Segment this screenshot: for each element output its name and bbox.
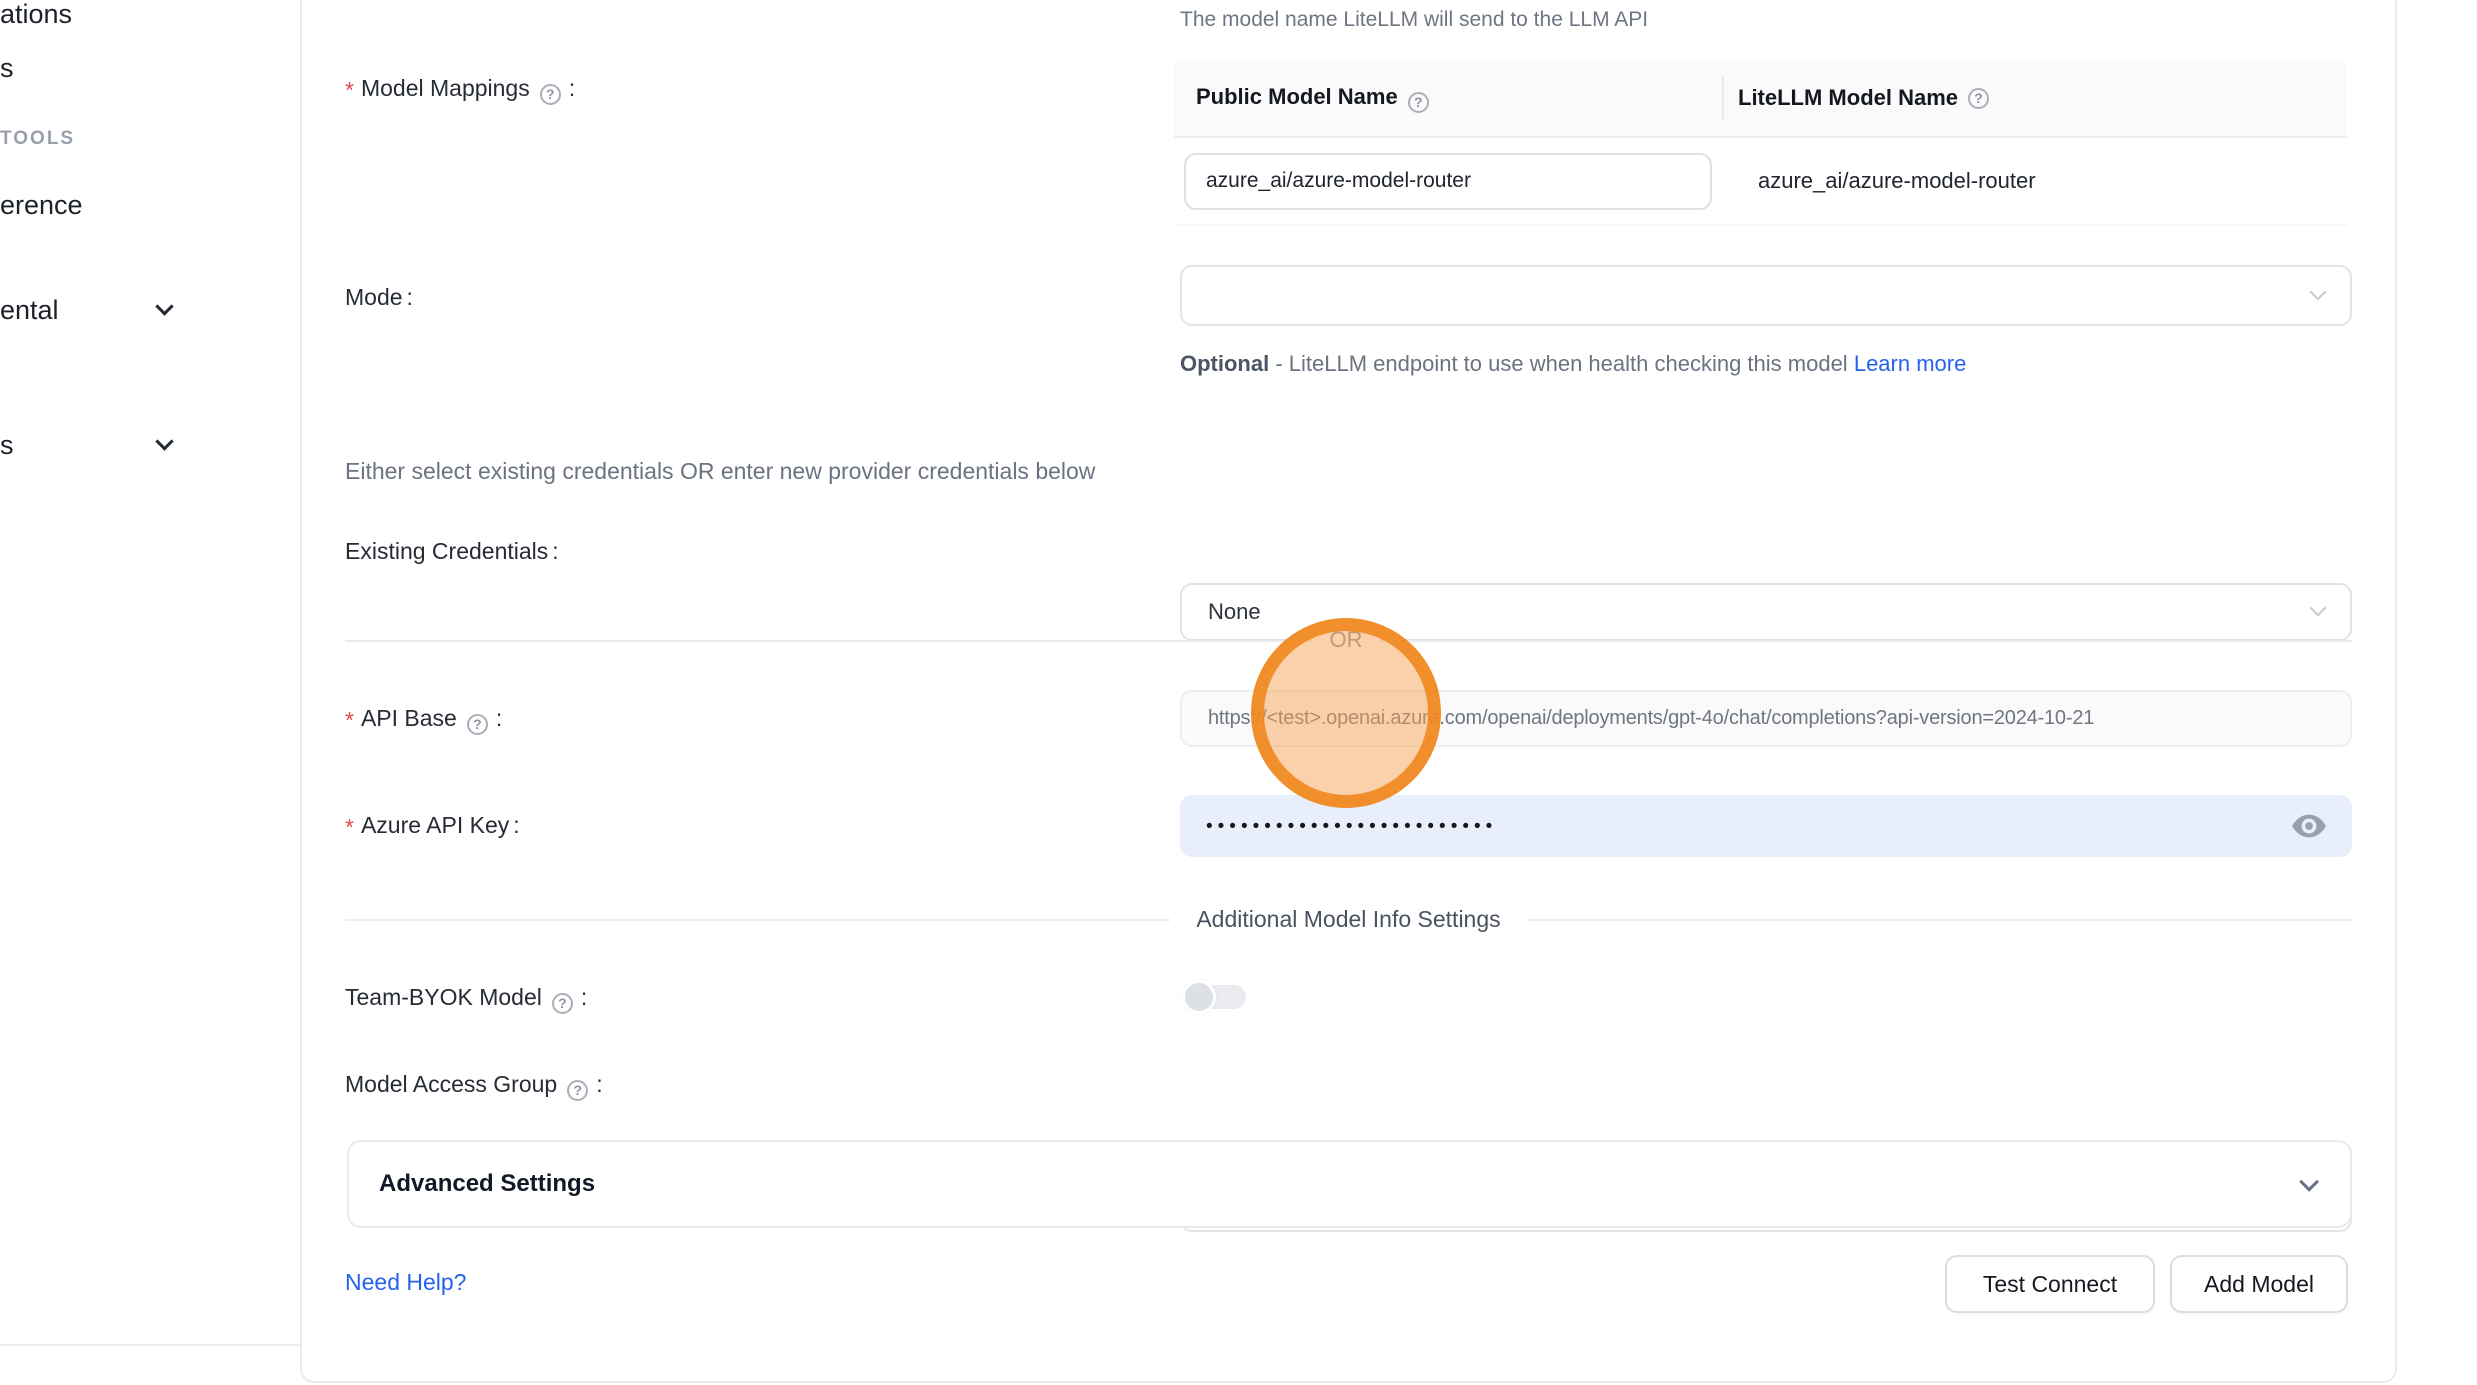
litellm-model-name-help: The model name LiteLLM will send to the … — [1180, 8, 1648, 32]
sidebar-item-label: erence — [0, 190, 83, 220]
help-circle-icon[interactable] — [467, 714, 488, 735]
sidebar-section-tools: TOOLS — [0, 128, 75, 150]
required-asterisk-icon — [345, 812, 361, 838]
api-base-input[interactable] — [1208, 707, 2324, 730]
model-access-group-label: Model Access Group — [345, 1070, 603, 1101]
add-model-screen: ations s TOOLS erence ental s The model … — [0, 0, 2477, 1385]
table-header-row: Public Model Name LiteLLM Model Name — [1174, 60, 2347, 136]
existing-credentials-value: None — [1208, 599, 1261, 625]
api-base-label: API Base — [345, 704, 502, 735]
test-connect-button[interactable]: Test Connect — [1945, 1255, 2155, 1313]
mode-select[interactable] — [1180, 265, 2352, 326]
sidebar-item-inference[interactable]: erence — [0, 188, 83, 222]
azure-api-key-label: Azure API Key — [345, 811, 520, 839]
sidebar-item-integrations[interactable]: ations — [0, 0, 72, 31]
help-circle-icon[interactable] — [1968, 88, 1989, 109]
need-help-link[interactable]: Need Help? — [345, 1269, 466, 1296]
or-divider-text: OR — [1312, 625, 1381, 655]
team-byok-toggle[interactable] — [1182, 980, 1248, 1014]
additional-settings-divider: Additional Model Info Settings — [345, 906, 2352, 933]
learn-more-link[interactable]: Learn more — [1854, 351, 1967, 376]
required-asterisk-icon — [345, 705, 361, 731]
mode-label: Mode — [345, 283, 413, 311]
eye-icon[interactable] — [2292, 814, 2326, 838]
help-circle-icon[interactable] — [567, 1080, 588, 1101]
sidebar: ations s TOOLS erence ental s — [0, 0, 300, 1385]
divider-title: Additional Model Info Settings — [1170, 906, 1526, 933]
credentials-note: Either select existing credentials OR en… — [345, 457, 1095, 485]
required-asterisk-icon — [345, 75, 361, 101]
help-circle-icon[interactable] — [1408, 92, 1429, 113]
column-header-litellm-model-name: LiteLLM Model Name — [1722, 76, 2347, 120]
add-model-button[interactable]: Add Model — [2170, 1255, 2348, 1313]
advanced-settings-title: Advanced Settings — [379, 1170, 595, 1198]
sidebar-item-label: ental — [0, 295, 59, 325]
advanced-settings-panel[interactable]: Advanced Settings — [347, 1140, 2352, 1228]
sidebar-item-label: ations — [0, 0, 72, 29]
chevron-down-icon — [2299, 1172, 2319, 1192]
sidebar-section-label: TOOLS — [0, 128, 75, 149]
chevron-down-icon — [155, 297, 173, 315]
model-mappings-table: Public Model Name LiteLLM Model Name azu… — [1174, 60, 2347, 226]
sidebar-item-label: s — [0, 430, 14, 460]
mode-help-text: Optional - LiteLLM endpoint to use when … — [1180, 344, 1980, 384]
sidebar-item-label: s — [0, 53, 14, 83]
chevron-down-icon — [155, 432, 173, 450]
help-circle-icon[interactable] — [552, 993, 573, 1014]
existing-credentials-label: Existing Credentials — [345, 537, 559, 565]
sidebar-item-settings[interactable]: s — [0, 428, 14, 462]
litellm-model-name-value: azure_ai/azure-model-router — [1722, 168, 2347, 194]
team-byok-label: Team-BYOK Model — [345, 983, 587, 1014]
sidebar-item-experimental[interactable]: ental — [0, 293, 59, 327]
model-mappings-label: Model Mappings — [345, 74, 575, 105]
help-circle-icon[interactable] — [540, 84, 561, 105]
chevron-down-icon — [2310, 600, 2327, 617]
add-model-form-card: The model name LiteLLM will send to the … — [300, 0, 2397, 1383]
column-header-public-model-name: Public Model Name — [1174, 84, 1722, 113]
background-divider — [0, 1344, 300, 1346]
table-row: azure_ai/azure-model-router — [1174, 136, 2347, 226]
sidebar-item[interactable]: s — [0, 51, 14, 85]
chevron-down-icon — [2310, 283, 2327, 300]
public-model-name-input[interactable] — [1184, 153, 1712, 210]
api-base-field — [1180, 690, 2352, 747]
masked-password-value: ••••••••••••••••••••••••• — [1206, 817, 1497, 836]
toggle-knob — [1182, 980, 1216, 1014]
azure-api-key-field[interactable]: ••••••••••••••••••••••••• — [1180, 795, 2352, 857]
